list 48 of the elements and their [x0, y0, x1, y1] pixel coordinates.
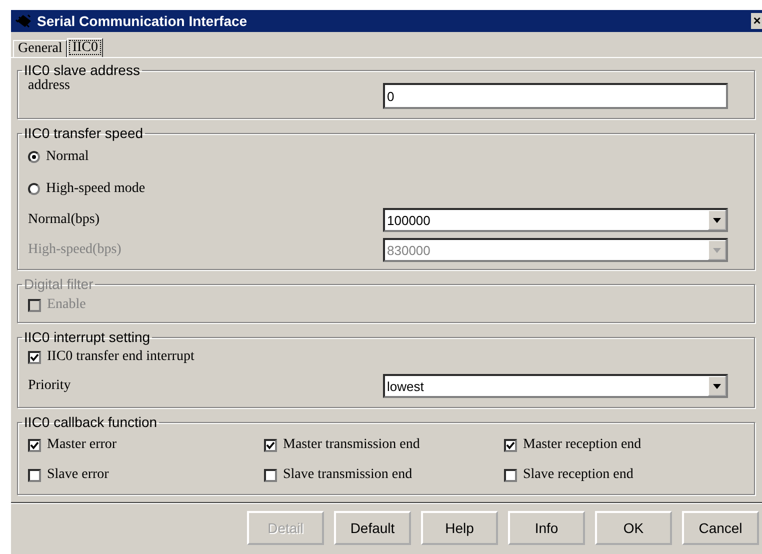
field-label: Normal(bps) [28, 212, 101, 228]
checkbox-label: Master transmission end [283, 437, 420, 453]
group-title: IIC0 slave address [23, 62, 141, 78]
checkbox-label: Enable [47, 297, 86, 313]
checkmark-icon [506, 440, 515, 450]
checkmark-icon [30, 440, 39, 450]
caret-icon [713, 218, 721, 222]
window-title: Serial Communication Interface [37, 13, 248, 29]
checkbox-label: IIC0 transfer end interrupt [47, 349, 194, 365]
checkbox[interactable] [504, 468, 517, 482]
checkbox[interactable] [28, 438, 41, 452]
checkbox[interactable] [264, 468, 277, 482]
checkbox[interactable] [504, 438, 517, 452]
address-field[interactable]: 0 [383, 83, 728, 109]
checkbox-label: Slave transmission end [283, 467, 412, 483]
radio-label: Normal [46, 149, 89, 165]
radio-button[interactable] [28, 183, 40, 195]
checkbox-label: Slave error [47, 467, 109, 483]
field-label: Priority [28, 378, 72, 394]
group-title: Digital filter [23, 276, 94, 292]
checkbox[interactable] [28, 350, 41, 364]
group-title: IIC0 callback function [23, 414, 158, 430]
tab[interactable]: IIC0 [67, 38, 103, 57]
tab[interactable]: General [13, 40, 68, 57]
dialog-button[interactable]: Cancel [682, 511, 759, 545]
dropdown[interactable]: 100000 [383, 208, 728, 232]
dropdown[interactable]: lowest [383, 374, 728, 398]
field-label: address [28, 78, 71, 94]
dialog-button[interactable]: Default [334, 511, 411, 545]
group-title: IIC0 interrupt setting [23, 329, 152, 345]
group-title: IIC0 transfer speed [23, 125, 144, 141]
checkmark-icon [266, 440, 275, 450]
chip-icon [15, 13, 33, 29]
checkbox[interactable] [264, 438, 277, 452]
radio-button[interactable] [28, 151, 40, 163]
dialog-button[interactable]: Info [508, 511, 585, 545]
checkbox-label: Slave reception end [523, 467, 634, 483]
checkmark-icon [30, 352, 39, 362]
dialog-button[interactable]: Help [421, 511, 498, 545]
checkbox[interactable] [28, 468, 41, 482]
dialog-button[interactable]: OK [595, 511, 672, 545]
caret-icon [713, 384, 721, 388]
close-button[interactable]: × [751, 13, 762, 29]
caret-icon [713, 248, 721, 252]
checkbox-label: Master reception end [523, 437, 642, 453]
field-label: High-speed(bps) [28, 242, 122, 258]
checkbox-label: Master error [47, 437, 117, 453]
radio-label: High-speed mode [46, 181, 146, 197]
